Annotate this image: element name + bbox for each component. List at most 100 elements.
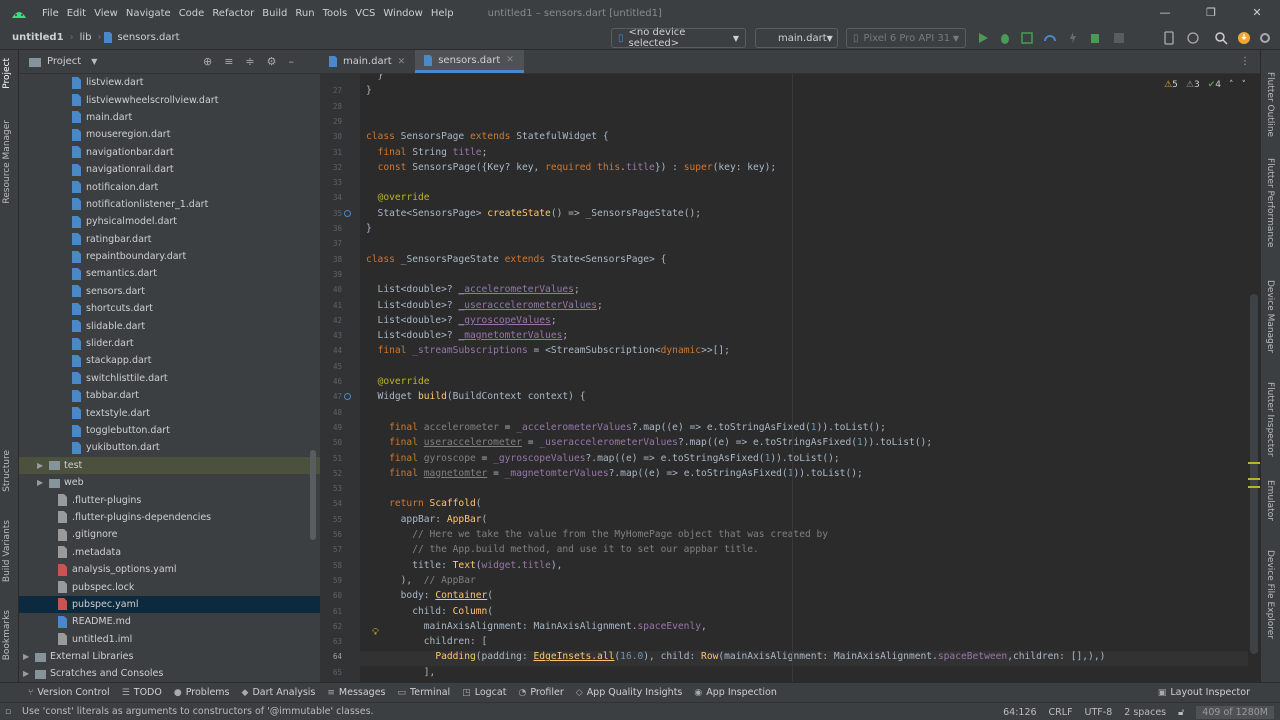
tree-item[interactable]: navigationbar.dart	[19, 144, 320, 161]
gear-icon[interactable]: ⚙	[267, 55, 289, 68]
bookmarks-tool-tab[interactable]: Bookmarks	[2, 610, 12, 660]
menu-item-view[interactable]: View	[90, 8, 122, 19]
chevron-down-icon[interactable]: ˅	[1242, 80, 1247, 90]
code-line[interactable]: }	[366, 221, 372, 236]
line-number[interactable]: 41	[326, 298, 342, 313]
tree-item[interactable]: stackapp.dart	[19, 352, 320, 369]
panel-toggle-icon[interactable]: ▫	[5, 707, 11, 717]
app-quality-insights-tool[interactable]: ◇ App Quality Insights	[576, 687, 683, 698]
tree-item[interactable]: ▶ Scratches and Consoles	[19, 665, 320, 682]
problems-tool[interactable]: ● Problems	[174, 687, 230, 698]
code-line[interactable]: return Scaffold(	[366, 496, 481, 511]
line-number[interactable]: 62	[326, 619, 342, 634]
code-line[interactable]: List<double>? _accelerometerValues;	[366, 282, 580, 297]
line-number[interactable]: 44	[326, 343, 342, 358]
emulator-selector[interactable]: ▯ Pixel 6 Pro API 31 ▼	[846, 28, 966, 48]
close-tab-icon[interactable]: ✕	[398, 57, 406, 67]
code-editor[interactable]: }} class SensorsPage extends StatefulWidg…	[366, 74, 1246, 682]
line-number[interactable]: 57	[326, 542, 342, 557]
device-file-explorer-tool-tab[interactable]: Device File Explorer	[1265, 550, 1275, 639]
update-icon[interactable]	[1237, 31, 1251, 45]
run-icon[interactable]	[976, 31, 990, 45]
line-number[interactable]: 48	[326, 405, 342, 420]
line-number[interactable]: 33	[326, 175, 342, 190]
debug-icon[interactable]	[998, 31, 1012, 45]
code-line[interactable]: List<double>? _magnetomterValues;	[366, 328, 569, 343]
tree-item[interactable]: .flutter-plugins-dependencies	[19, 509, 320, 526]
profile-icon[interactable]	[1043, 31, 1057, 45]
coverage-icon[interactable]	[1020, 31, 1034, 45]
line-number[interactable]: 61	[326, 604, 342, 619]
tree-item[interactable]: slidable.dart	[19, 317, 320, 334]
todo-tool[interactable]: ☰ TODO	[122, 687, 162, 698]
collapse-all-icon[interactable]: ≑	[245, 55, 266, 68]
tree-item[interactable]: listviewwheelscrollview.dart	[19, 91, 320, 108]
menu-item-window[interactable]: Window	[379, 8, 426, 19]
code-line[interactable]: final String title;	[366, 145, 488, 160]
tree-item[interactable]: untitled1.iml	[19, 631, 320, 648]
line-number[interactable]: 39	[326, 267, 342, 282]
maximize-button[interactable]: ❐	[1188, 0, 1234, 26]
code-line[interactable]: final magnetomter = _magnetomterValues?.…	[366, 466, 863, 481]
tree-item[interactable]: repaintboundary.dart	[19, 248, 320, 265]
tree-item[interactable]: tabbar.dart	[19, 387, 320, 404]
tree-item[interactable]: listview.dart	[19, 74, 320, 91]
expand-arrow-icon[interactable]: ▶	[37, 478, 49, 487]
override-marker-icon[interactable]	[344, 209, 351, 217]
structure-tool-tab[interactable]: Structure	[2, 450, 12, 492]
editor-scrollbar[interactable]	[1248, 74, 1260, 682]
tree-item[interactable]: main.dart	[19, 109, 320, 126]
close-tab-icon[interactable]: ✕	[506, 55, 514, 65]
layout-inspector-tool[interactable]: ▣ Layout Inspector	[1158, 687, 1250, 698]
code-line[interactable]: class SensorsPage extends StatefulWidget…	[366, 129, 609, 144]
code-line[interactable]: body: Container(	[366, 588, 493, 603]
override-marker-icon[interactable]	[344, 393, 351, 401]
tree-item[interactable]: .flutter-plugins	[19, 491, 320, 508]
tree-item[interactable]: pubspec.yaml	[19, 595, 320, 614]
code-line[interactable]: appBar: AppBar(	[366, 512, 488, 527]
line-number[interactable]: 49	[326, 420, 342, 435]
code-line[interactable]: List<double>? _gyroscopeValues;	[366, 313, 557, 328]
breadcrumb-lib[interactable]: lib	[76, 32, 96, 43]
tree-item[interactable]: .metadata	[19, 544, 320, 561]
line-number[interactable]: 54	[326, 496, 342, 511]
menu-item-edit[interactable]: Edit	[63, 8, 90, 19]
tree-item[interactable]: ratingbar.dart	[19, 231, 320, 248]
code-line[interactable]: ],	[366, 665, 436, 680]
line-number[interactable]: 28	[326, 99, 342, 114]
device-manager-icon[interactable]	[1162, 31, 1176, 45]
expand-arrow-icon[interactable]: ▶	[23, 652, 35, 661]
line-number[interactable]: 53	[326, 481, 342, 496]
code-line[interactable]: final useraccelerometer = _useraccelerom…	[366, 435, 932, 450]
expand-arrow-icon[interactable]: ▶	[37, 461, 49, 470]
line-number[interactable]: 42	[326, 313, 342, 328]
menu-item-vcs[interactable]: VCS	[351, 8, 379, 19]
tree-item[interactable]: notificaion.dart	[19, 178, 320, 195]
app-inspection-tool[interactable]: ◉ App Inspection	[694, 687, 777, 698]
menu-item-tools[interactable]: Tools	[319, 8, 352, 19]
tree-item[interactable]: shortcuts.dart	[19, 300, 320, 317]
attach-debugger-icon[interactable]	[1088, 31, 1102, 45]
line-number[interactable]: 63	[326, 634, 342, 649]
lock-icon[interactable]: 🔓︎	[1178, 707, 1184, 718]
line-number[interactable]: 50	[326, 435, 342, 450]
line-number[interactable]: 43	[326, 328, 342, 343]
flutter-outline-tool-tab[interactable]: Flutter Outline	[1265, 72, 1275, 137]
line-number[interactable]: 38	[326, 252, 342, 267]
tree-item[interactable]: sensors.dart	[19, 283, 320, 300]
more-tabs-icon[interactable]: ⋮	[1240, 56, 1250, 67]
code-line[interactable]: child: Column(	[366, 604, 493, 619]
menu-item-build[interactable]: Build	[258, 8, 291, 19]
tree-item[interactable]: slider.dart	[19, 335, 320, 352]
tree-item[interactable]: pubspec.lock	[19, 578, 320, 595]
error-stripe-mark[interactable]	[1248, 478, 1260, 480]
locate-icon[interactable]: ⊕	[203, 55, 224, 68]
line-number[interactable]: 35	[326, 206, 342, 221]
expand-all-icon[interactable]: ≡	[224, 55, 245, 68]
code-line[interactable]: Widget build(BuildContext context) {	[366, 389, 586, 404]
build-variants-tool-tab[interactable]: Build Variants	[2, 520, 12, 582]
code-line[interactable]: }	[366, 74, 384, 83]
code-line[interactable]: ), // AppBar	[366, 573, 476, 588]
profiler-tool[interactable]: ◔ Profiler	[518, 687, 563, 698]
line-number[interactable]: 37	[326, 236, 342, 251]
